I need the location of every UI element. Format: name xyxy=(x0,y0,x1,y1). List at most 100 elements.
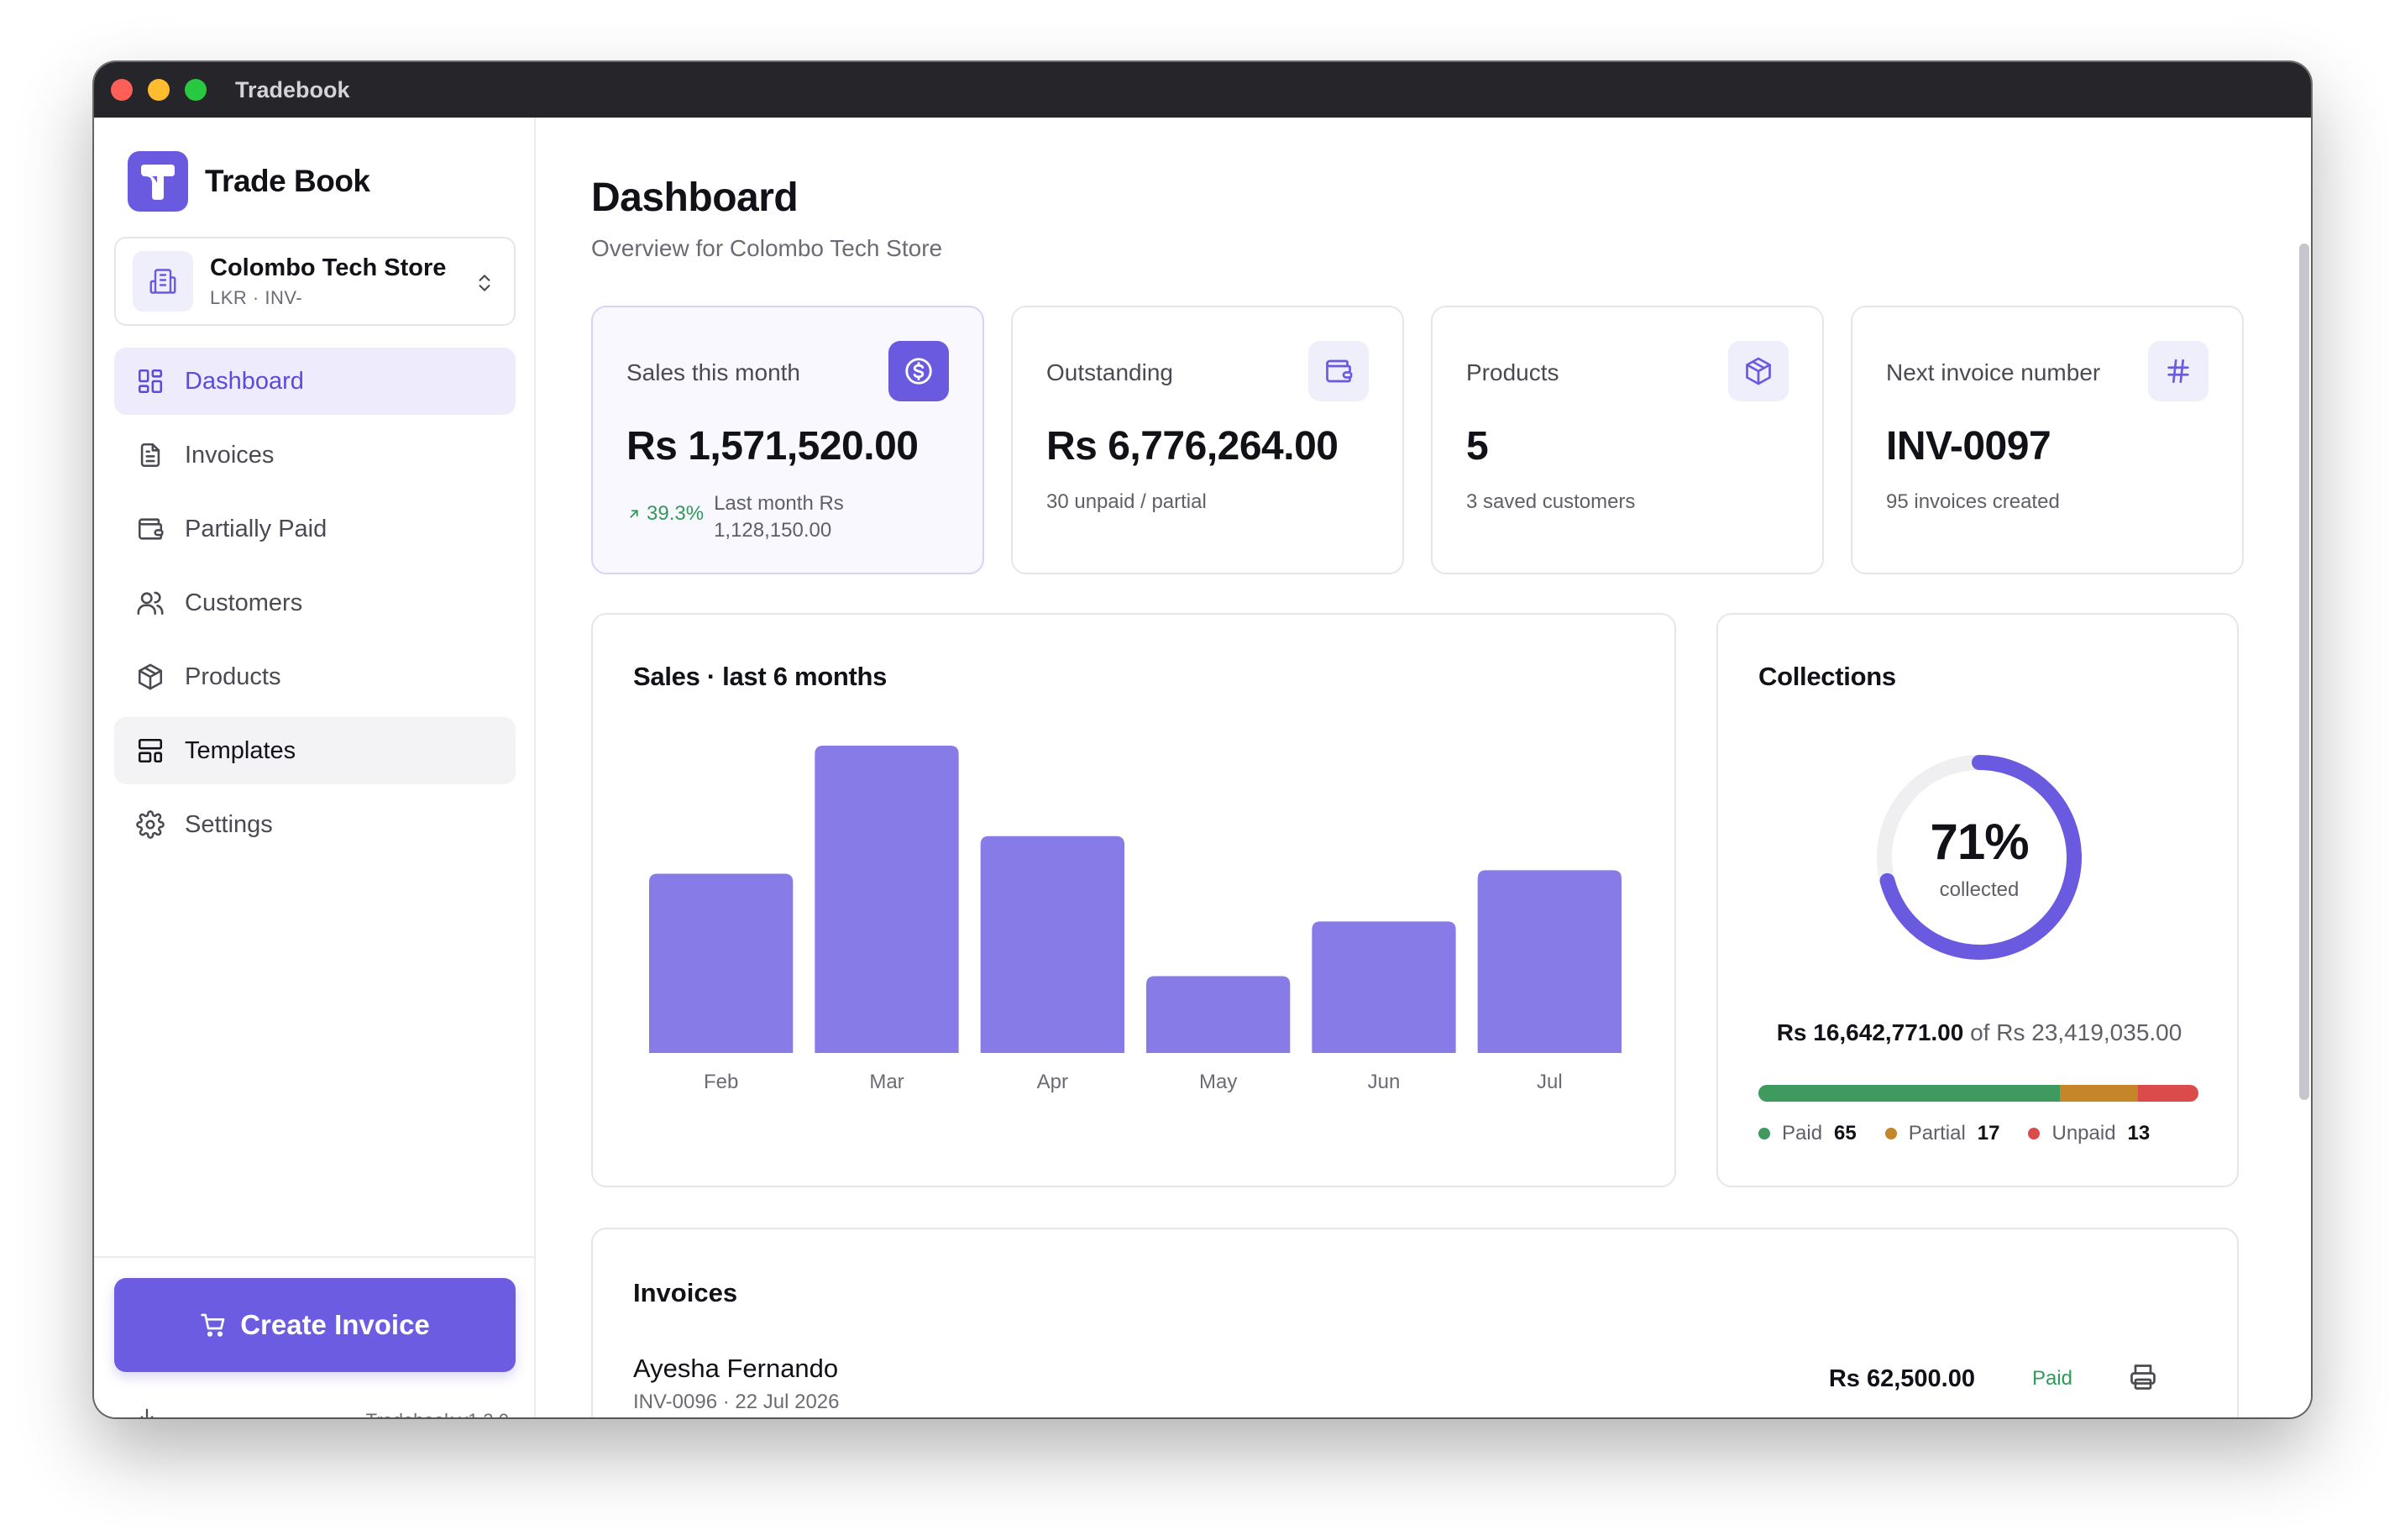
dollar-coin-icon xyxy=(888,341,949,401)
trend-percent: 39.3% xyxy=(647,502,705,525)
stat-note: 3 saved customers xyxy=(1466,490,1636,513)
of-word: of xyxy=(1970,1019,1990,1045)
bar-mar[interactable] xyxy=(815,746,959,1053)
sales-trend: 39.3% Last month Rs 1,128,150.00 xyxy=(626,490,873,544)
close-window-button[interactable] xyxy=(111,79,133,101)
stat-value: Rs 6,776,264.00 xyxy=(1046,424,1339,469)
x-tick-label: Jul xyxy=(1537,1071,1563,1093)
wallet-icon xyxy=(134,513,166,545)
sidebar-divider xyxy=(94,1256,534,1258)
collections-amount: Rs 16,642,771.00 of Rs 23,419,035.00 xyxy=(1718,1019,2240,1046)
legend-paid: Paid 65 xyxy=(1758,1122,1857,1145)
legend-label: Paid xyxy=(1782,1122,1823,1145)
collections-card: Collections 71% collected Rs 16,642,771.… xyxy=(1716,613,2239,1187)
hash-icon xyxy=(2148,341,2209,401)
collected-percent: 71% xyxy=(1930,814,2029,870)
stat-value: Rs 1,571,520.00 xyxy=(626,424,919,469)
brand-name: Trade Book xyxy=(205,164,370,198)
brand: Trade Book xyxy=(128,151,370,212)
sidebar-footer: Tradebook v1.3.0 xyxy=(134,1404,509,1417)
sidebar-item-settings[interactable]: Settings xyxy=(114,791,516,858)
users-icon xyxy=(134,587,166,619)
status-badge: Paid xyxy=(2031,1367,2072,1390)
main-scrollbar[interactable] xyxy=(2299,183,2309,1417)
products-card: Products 5 3 saved customers xyxy=(1431,306,1824,574)
sidebar-item-label: Partially Paid xyxy=(185,515,327,542)
legend-count: 65 xyxy=(1834,1122,1857,1145)
sidebar-item-label: Invoices xyxy=(185,441,275,469)
sidebar-item-label: Customers xyxy=(185,589,303,616)
store-switcher[interactable]: Colombo Tech Store LKR · INV- xyxy=(114,237,516,326)
stat-label: Sales this month xyxy=(626,359,800,385)
box-icon xyxy=(1728,341,1789,401)
bar-jun[interactable] xyxy=(1312,921,1456,1053)
last-month-note: Last month Rs 1,128,150.00 xyxy=(714,492,844,542)
sidebar-item-label: Templates xyxy=(185,736,296,764)
sidebar-item-products[interactable]: Products xyxy=(114,643,516,710)
invoices-title: Invoices xyxy=(633,1278,738,1307)
minimize-window-button[interactable] xyxy=(148,79,170,101)
sidebar-item-label: Products xyxy=(185,663,281,690)
zoom-window-button[interactable] xyxy=(185,79,207,101)
sales-this-month-card: Sales this month Rs 1,571,520.00 39.3% L… xyxy=(591,306,984,574)
x-tick-label: Jun xyxy=(1368,1071,1401,1093)
page-title: Dashboard xyxy=(591,175,799,220)
create-invoice-button[interactable]: Create Invoice xyxy=(114,1278,516,1372)
bar-jul[interactable] xyxy=(1477,870,1622,1053)
trade-book-logo-icon xyxy=(128,151,188,212)
sidebar-item-customers[interactable]: Customers xyxy=(114,569,516,636)
download-icon[interactable] xyxy=(134,1406,160,1417)
invoice-customer: Ayesha Fernando xyxy=(633,1354,839,1383)
stat-label: Products xyxy=(1466,359,1559,385)
app-version: Tradebook v1.3.0 xyxy=(366,1410,509,1417)
sidebar-item-dashboard[interactable]: Dashboard xyxy=(114,348,516,415)
legend-partial: Partial 17 xyxy=(1884,1122,2000,1145)
sales-bar-chart: Feb Mar Apr May Jun Jul xyxy=(649,746,1622,1093)
paid-segment xyxy=(1758,1085,2060,1102)
title-bar: Tradebook xyxy=(94,62,2311,118)
gear-icon xyxy=(134,809,166,841)
stat-note: 30 unpaid / partial xyxy=(1046,490,1207,513)
x-tick-label: Apr xyxy=(1037,1071,1068,1093)
legend-label: Unpaid xyxy=(2051,1122,2116,1145)
print-icon[interactable] xyxy=(2128,1362,2158,1396)
total-amount: Rs 23,419,035.00 xyxy=(1996,1019,2182,1045)
stat-label: Outstanding xyxy=(1046,359,1173,385)
legend-count: 13 xyxy=(2127,1122,2151,1145)
sidebar-item-partially-paid[interactable]: Partially Paid xyxy=(114,495,516,563)
invoices-card: Invoices Ayesha Fernando INV-0096 · 22 J… xyxy=(591,1228,2239,1417)
sidebar-item-label: Settings xyxy=(185,810,273,838)
stat-note: 95 invoices created xyxy=(1886,490,2060,513)
store-name: Colombo Tech Store xyxy=(210,254,447,281)
window-title: Tradebook xyxy=(235,77,350,102)
x-tick-label: Mar xyxy=(869,1071,904,1093)
app-window: Tradebook Trade Book Colombo Tech Store … xyxy=(94,62,2311,1417)
trend-up-indicator: 39.3% xyxy=(626,502,704,526)
invoice-meta: INV-0096 · 22 Jul 2026 xyxy=(633,1391,840,1413)
document-icon xyxy=(134,439,166,471)
sidebar-item-templates[interactable]: Templates xyxy=(114,717,516,784)
paid-dot xyxy=(1758,1128,1770,1139)
outstanding-card: Outstanding Rs 6,776,264.00 30 unpaid / … xyxy=(1011,306,1404,574)
scrollbar-thumb[interactable] xyxy=(2299,244,2309,1100)
stat-value: INV-0097 xyxy=(1886,424,2051,469)
legend-label: Partial xyxy=(1908,1122,1966,1145)
bar-apr[interactable] xyxy=(980,835,1124,1053)
sidebar-item-label: Dashboard xyxy=(185,367,304,395)
create-invoice-label: Create Invoice xyxy=(240,1309,430,1340)
bar-may[interactable] xyxy=(1146,976,1291,1054)
chevron-up-down-icon xyxy=(474,270,495,300)
collected-label: collected xyxy=(1939,878,2020,901)
stat-value: 5 xyxy=(1466,424,1489,469)
partial-dot xyxy=(1884,1128,1897,1139)
unpaid-dot xyxy=(2028,1128,2041,1139)
dashboard-icon xyxy=(134,365,166,397)
arrow-up-right-icon xyxy=(630,510,638,518)
sidebar-item-invoices[interactable]: Invoices xyxy=(114,422,516,489)
invoice-row[interactable]: Ayesha Fernando INV-0096 · 22 Jul 2026 R… xyxy=(633,1354,2200,1417)
building-icon xyxy=(133,251,193,312)
legend-count: 17 xyxy=(1977,1122,2000,1145)
bar-feb[interactable] xyxy=(649,873,794,1054)
status-breakdown-bar xyxy=(1758,1085,2198,1102)
x-tick-label: May xyxy=(1199,1071,1237,1093)
